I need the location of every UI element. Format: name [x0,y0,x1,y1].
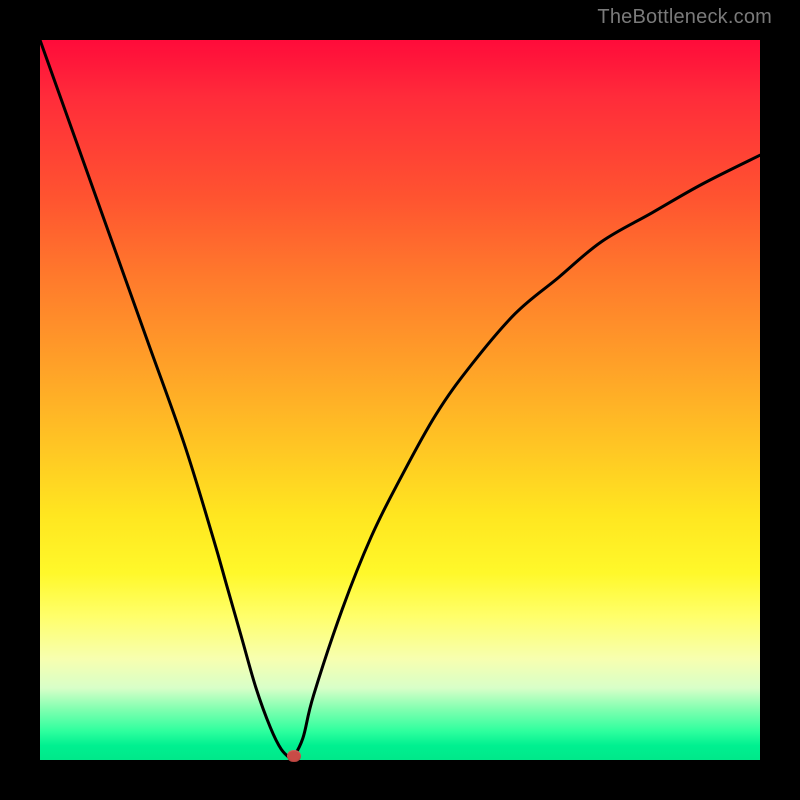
chart-frame: TheBottleneck.com [0,0,800,800]
watermark-text: TheBottleneck.com [597,6,772,29]
curve-svg [40,40,760,760]
minimum-marker [287,750,301,762]
curve-left-branch [40,40,292,760]
plot-area [40,40,760,760]
curve-right-branch [292,155,760,760]
